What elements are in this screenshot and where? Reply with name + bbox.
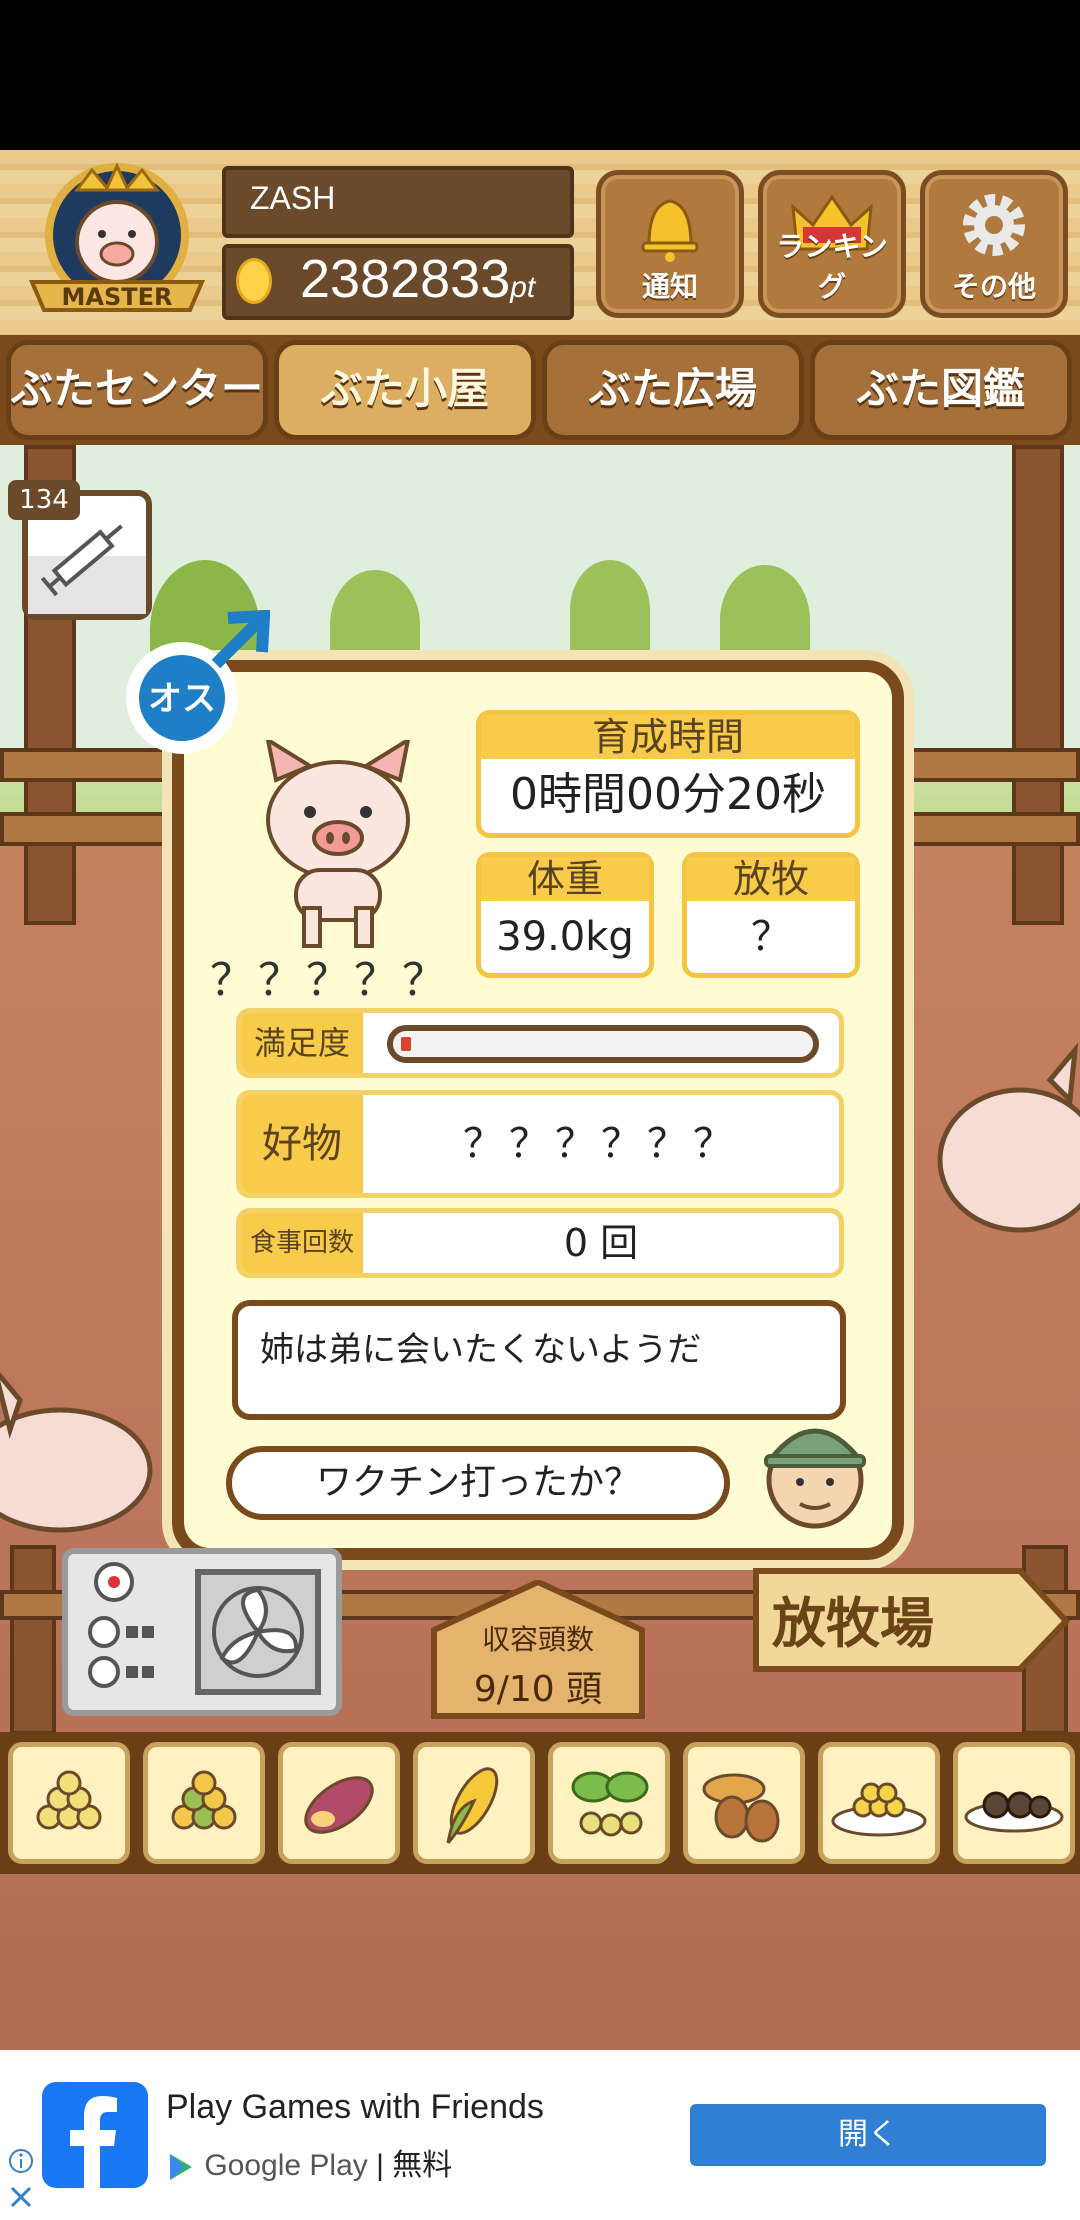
ad-store-info: Google Play | 無料 — [166, 2140, 452, 2184]
ad-title[interactable]: Play Games with Friends — [166, 2088, 544, 2127]
growth-time-value: 0時間00分20秒 — [510, 769, 826, 820]
grazing-box: 放牧 ？ — [682, 852, 860, 978]
weight-value: 39.0kg — [496, 914, 634, 960]
mixed-feed-icon — [171, 1770, 237, 1830]
favorite-label: 好物 — [241, 1095, 363, 1193]
acorn-icon — [702, 1773, 780, 1843]
food-greens[interactable] — [548, 1742, 670, 1864]
ad-price: | 無料 — [376, 2149, 453, 2182]
ad-store-name: Google Play — [204, 2149, 368, 2182]
tab-buta-hiroba[interactable]: ぶた広場 — [542, 340, 804, 440]
player-name: ZASH — [250, 180, 336, 216]
capacity-value: 9/10 頭 — [473, 1669, 603, 1710]
food-truffle-plate[interactable] — [953, 1742, 1075, 1864]
ranking-button[interactable]: ランキング — [758, 170, 906, 318]
tab-buta-center[interactable]: ぶたセンター — [6, 340, 268, 440]
satisfaction-fill — [401, 1037, 411, 1051]
sweet-potato-icon — [304, 1776, 374, 1834]
fan-icon — [88, 1562, 321, 1695]
food-corn[interactable] — [413, 1742, 535, 1864]
ventilation-box[interactable] — [62, 1548, 342, 1716]
master-badge[interactable]: MASTER — [22, 160, 212, 325]
vaccine-count: 134 — [8, 480, 80, 520]
meals-label: 食事回数 — [241, 1213, 363, 1273]
male-badge: オス — [126, 610, 270, 754]
other-button[interactable]: その他 — [920, 170, 1068, 318]
tab-buta-zukan[interactable]: ぶた図鑑 — [810, 340, 1072, 440]
master-label: MASTER — [62, 283, 173, 311]
food-sweet-potato[interactable] — [278, 1742, 400, 1864]
food-feed[interactable] — [8, 1742, 130, 1864]
bell-icon — [641, 199, 699, 262]
food-mixed-feed[interactable] — [143, 1742, 265, 1864]
favorite-row: 好物 ？？？？？？ — [236, 1090, 844, 1198]
grazing-value: ？ — [751, 914, 791, 960]
other-label: その他 — [951, 270, 1036, 303]
sex-label: オス — [148, 679, 216, 719]
meals-value: 0 回 — [563, 1221, 639, 1265]
points-value: 2382833 — [300, 249, 511, 309]
meals-row: 食事回数 0 回 — [236, 1208, 844, 1278]
background-pig — [0, 1372, 153, 1533]
grain-plate-icon — [831, 1782, 927, 1837]
message-text: 姉は弟に会いたくないようだ — [260, 1330, 702, 1370]
corn-icon — [446, 1767, 499, 1844]
ranking-label: ランキング — [776, 230, 888, 303]
growth-time-label: 育成時間 — [481, 715, 855, 759]
message-bubble: 姉は弟に会いたくないようだ — [232, 1300, 846, 1420]
capacity-sign: 収容頭数 9/10 頭 — [428, 1580, 648, 1720]
fence-post — [1012, 445, 1064, 925]
growth-time-box: 育成時間 0時間00分20秒 — [476, 710, 860, 838]
satisfaction-row: 満足度 — [236, 1008, 844, 1078]
pasture-button[interactable]: 放牧場 — [752, 1565, 1070, 1675]
ad-info-icon[interactable] — [8, 2148, 34, 2174]
food-acorn[interactable] — [683, 1742, 805, 1864]
notification-button[interactable]: 通知 — [596, 170, 744, 318]
weight-box: 体重 39.0kg — [476, 852, 654, 978]
gear-icon — [963, 194, 1025, 256]
pasture-label: 放牧場 — [772, 1592, 934, 1655]
facebook-logo-icon[interactable] — [42, 2082, 148, 2188]
background-pig — [937, 1042, 1080, 1233]
ad-close-icon[interactable] — [8, 2184, 34, 2210]
food-grain-plate[interactable] — [818, 1742, 940, 1864]
points-display: 2382833pt — [300, 248, 535, 310]
greens-icon — [571, 1771, 649, 1837]
truffle-plate-icon — [964, 1791, 1064, 1833]
capacity-label: 収容頭数 — [481, 1623, 594, 1656]
pig-name: ？？？？？ — [210, 955, 450, 1006]
satisfaction-meter — [387, 1025, 819, 1063]
pig-image[interactable] — [248, 740, 428, 950]
favorite-value: ？？？？？？ — [463, 1121, 739, 1167]
tab-buta-goya[interactable]: ぶた小屋 — [274, 340, 536, 440]
notification-label: 通知 — [641, 270, 698, 303]
farmer-hint-bubble[interactable]: ワクチン打ったか？ — [226, 1446, 730, 1520]
grazing-label: 放牧 — [687, 857, 855, 901]
farmer-icon[interactable] — [752, 1408, 878, 1534]
satisfaction-label: 満足度 — [241, 1013, 363, 1073]
weight-label: 体重 — [481, 857, 649, 901]
status-bar — [0, 0, 1080, 150]
points-unit: pt — [510, 271, 536, 304]
tree-decoration — [570, 560, 650, 660]
google-play-icon — [170, 2154, 192, 2181]
fence-post — [10, 1545, 56, 1735]
feed-icon — [36, 1770, 102, 1830]
coin-icon — [236, 258, 272, 304]
tree-decoration — [720, 565, 810, 675]
ad-open-button[interactable]: 開く — [690, 2104, 1046, 2166]
